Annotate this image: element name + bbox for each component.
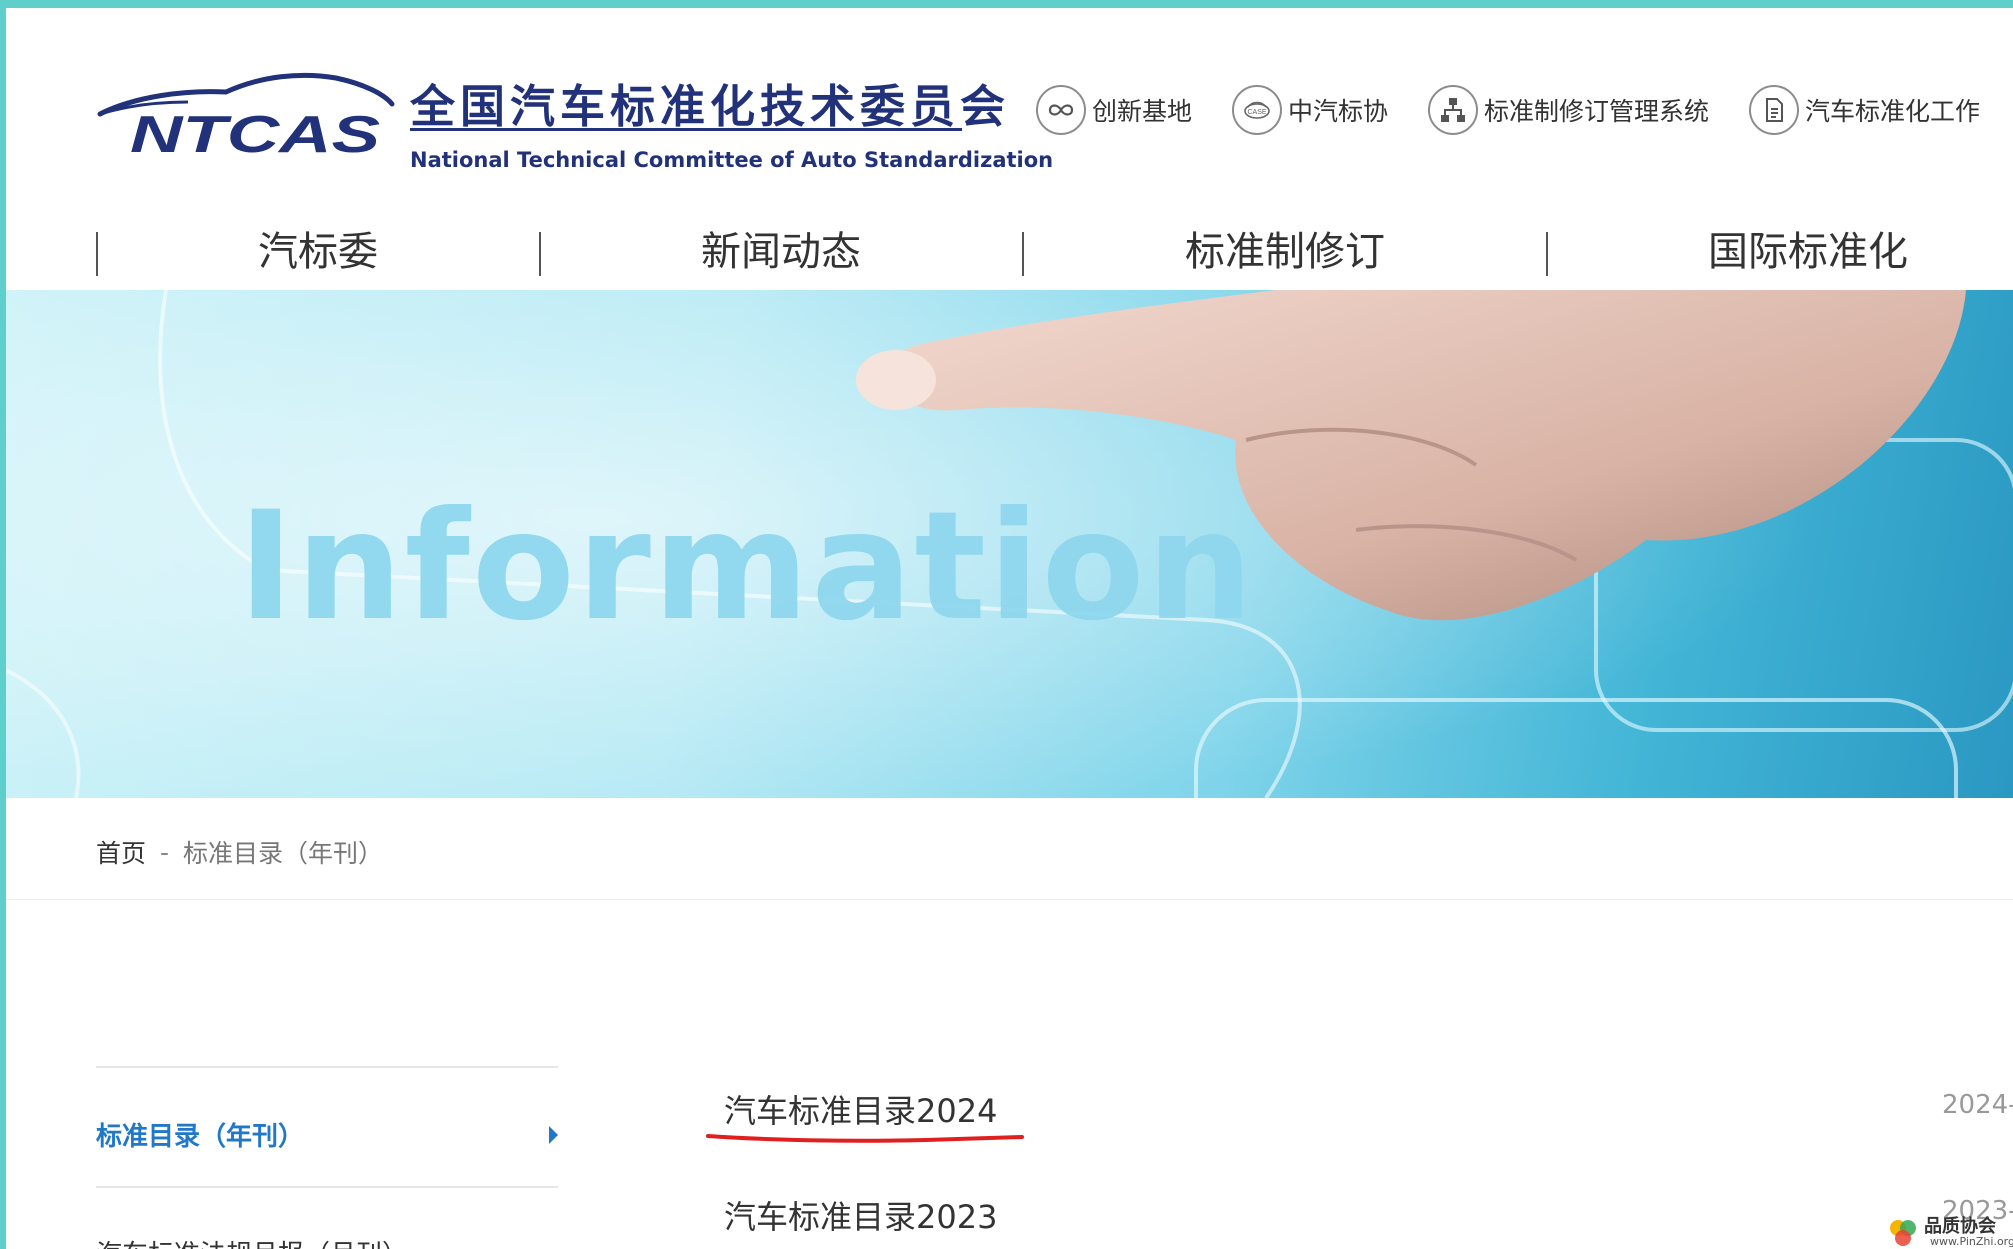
logo-name-cn: 全国汽车标准化技术委员会 bbox=[410, 80, 1011, 133]
quick-link-label: 汽车标准化工作 bbox=[1805, 97, 1981, 126]
site-logo[interactable]: NTCAS 全国汽车标准化技术委员会 National Technical Co… bbox=[96, 64, 1053, 184]
quick-link-innovation-base[interactable]: 创新基地 bbox=[1036, 82, 1192, 138]
sidebar-divider bbox=[96, 1066, 558, 1068]
watermark-en: www.PinZhi.org bbox=[1930, 1235, 2013, 1248]
case-badge-icon: CASE bbox=[1232, 85, 1283, 135]
sidebar-divider bbox=[96, 1186, 558, 1188]
breadcrumb-divider bbox=[6, 899, 2013, 900]
breadcrumb: 首页 - 标准目录（年刊） bbox=[96, 834, 383, 870]
list-item-title[interactable]: 汽车标准目录2023 bbox=[724, 1192, 997, 1238]
red-annotation-underline bbox=[706, 1134, 1024, 1143]
sidebar-item-label: 标准目录（年刊） bbox=[96, 1122, 305, 1152]
breadcrumb-home[interactable]: 首页 bbox=[96, 834, 146, 870]
list-item-date: 2024-0 bbox=[1942, 1090, 2013, 1120]
nav-item-international[interactable]: 国际标准化 bbox=[1548, 224, 2013, 280]
infinity-icon bbox=[1036, 85, 1086, 135]
logo-divider bbox=[410, 128, 962, 131]
main-nav: 汽标委 新闻动态 标准制修订 国际标准化 bbox=[96, 224, 2013, 280]
banner-title: Information bbox=[238, 480, 1256, 654]
list-item[interactable]: 汽车标准目录2023 2023-0 bbox=[724, 1192, 2013, 1242]
sidebar-item-monthly-report[interactable]: 汽车标准法规月报（月刊） bbox=[96, 1234, 558, 1249]
quick-links: 创新基地 CASE 中汽标协 标准制修订管理系统 汽车标准化工作 bbox=[1036, 82, 2013, 138]
breadcrumb-separator: - bbox=[160, 837, 170, 867]
page: NTCAS 全国汽车标准化技术委员会 National Technical Co… bbox=[6, 8, 2013, 1249]
watermark: 品质协会 www.PinZhi.org bbox=[1886, 1212, 2013, 1249]
site-header: NTCAS 全国汽车标准化技术委员会 National Technical Co… bbox=[6, 8, 2013, 290]
document-icon bbox=[1749, 85, 1800, 135]
org-chart-icon bbox=[1428, 85, 1479, 135]
svg-text:CASE: CASE bbox=[1247, 109, 1266, 116]
list-item-title[interactable]: 汽车标准目录2024 bbox=[724, 1086, 997, 1132]
logo-name-en: National Technical Committee of Auto Sta… bbox=[410, 148, 1054, 172]
quick-link-standardization-work[interactable]: 汽车标准化工作 bbox=[1749, 82, 1980, 138]
hero-banner: Information bbox=[6, 290, 2013, 798]
pinzhi-logo-icon bbox=[1890, 1220, 1916, 1246]
svg-text:NTCAS: NTCAS bbox=[130, 106, 380, 160]
breadcrumb-current: 标准目录（年刊） bbox=[183, 839, 384, 868]
quick-link-label: 标准制修订管理系统 bbox=[1484, 97, 1710, 126]
quick-link-standard-system[interactable]: 标准制修订管理系统 bbox=[1428, 82, 1709, 138]
ntcas-logo-mark: NTCAS bbox=[97, 72, 395, 160]
sidebar-item-annual-catalog[interactable]: 标准目录（年刊） bbox=[96, 1116, 558, 1156]
chevron-right-icon bbox=[549, 1126, 558, 1144]
nav-item-standard-revision[interactable]: 标准制修订 bbox=[1024, 224, 1546, 280]
nav-item-ntcas[interactable]: 汽标委 bbox=[98, 224, 538, 280]
quick-link-label: 创新基地 bbox=[1092, 97, 1193, 126]
quick-link-label: 中汽标协 bbox=[1288, 97, 1389, 126]
quick-link-case[interactable]: CASE 中汽标协 bbox=[1232, 82, 1388, 138]
nav-item-news[interactable]: 新闻动态 bbox=[541, 224, 1021, 280]
sidebar-item-label: 汽车标准法规月报（月刊） bbox=[96, 1240, 408, 1249]
